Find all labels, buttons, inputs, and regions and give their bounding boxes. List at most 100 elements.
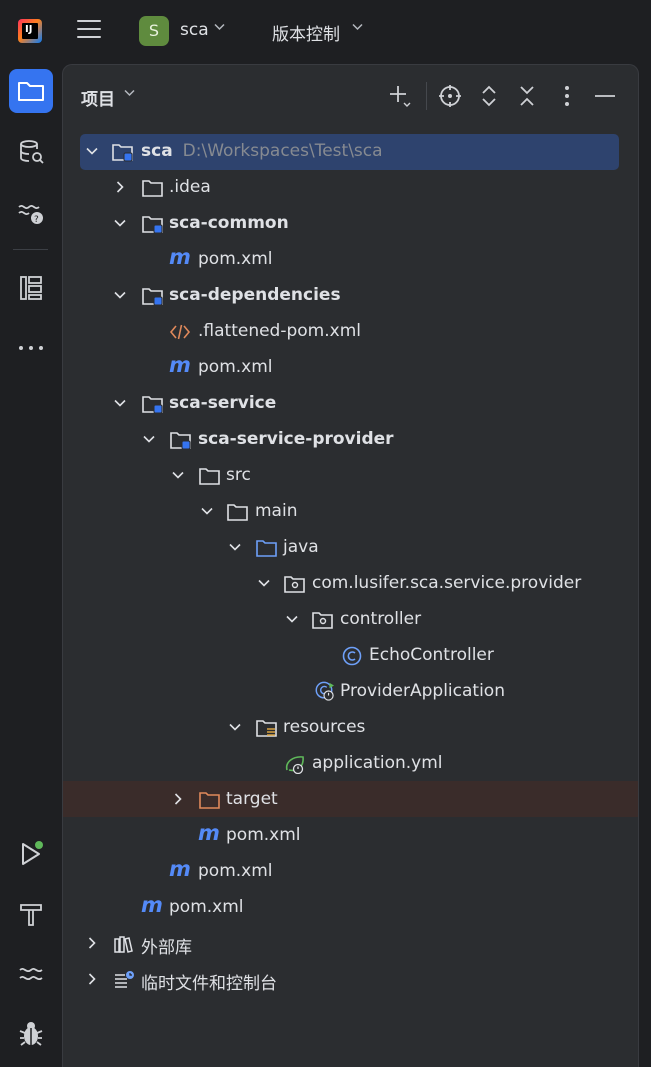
tree-row-pom[interactable]: m pom.xml — [63, 890, 638, 926]
tree-label: 外部库 — [141, 938, 192, 958]
chevron-down-icon[interactable] — [123, 86, 136, 103]
folder-icon — [199, 468, 220, 485]
project-avatar-badge[interactable]: S — [139, 16, 169, 46]
chevron-right-icon[interactable] — [113, 180, 127, 194]
chevron-down-icon[interactable] — [213, 20, 226, 37]
chevron-down-icon[interactable] — [113, 288, 127, 302]
tree-row-main[interactable]: main — [63, 494, 638, 530]
tree-label: main — [255, 501, 298, 521]
tree-label: .flattened-pom.xml — [198, 321, 361, 341]
chevron-down-icon[interactable] — [142, 432, 156, 446]
chevron-down-icon[interactable] — [85, 144, 99, 158]
new-file-plus-icon[interactable] — [385, 81, 415, 111]
tree-row-resources[interactable]: resources — [63, 710, 638, 746]
structure-icon[interactable] — [9, 266, 53, 310]
tree-label: sca-dependencies — [169, 285, 341, 305]
module-folder-icon — [112, 144, 133, 162]
tree-label: pom.xml — [198, 861, 273, 881]
tree-row-application-yml[interactable]: application.yml — [63, 746, 638, 782]
tree-label: pom.xml — [169, 897, 244, 917]
resources-folder-icon — [256, 720, 277, 737]
tree-label: application.yml — [312, 753, 443, 773]
run-icon[interactable] — [9, 832, 53, 876]
tree-label: sca-service-provider — [198, 429, 394, 449]
project-view-selector[interactable]: 项目 — [81, 85, 115, 110]
chevron-down-icon[interactable] — [351, 20, 364, 37]
chevron-down-icon[interactable] — [171, 468, 185, 482]
tree-row-sca-dependencies[interactable]: sca-dependencies — [63, 278, 638, 314]
package-folder-icon — [284, 576, 305, 593]
maven-pom-icon: m — [169, 353, 191, 377]
tree-row-target[interactable]: target — [63, 781, 638, 817]
scratches-icon — [115, 971, 134, 988]
tree-row-echo-controller[interactable]: EchoController — [63, 638, 638, 674]
tree-label: 临时文件和控制台 — [141, 974, 277, 994]
chevron-down-icon[interactable] — [257, 576, 271, 590]
debug-bug-icon[interactable] — [9, 1012, 53, 1056]
java-class-icon — [342, 646, 362, 666]
module-folder-icon — [142, 216, 163, 234]
xml-file-icon — [169, 324, 191, 340]
collapse-all-icon[interactable] — [512, 81, 542, 111]
title-bar: IJ S sca 版本控制 — [0, 0, 651, 62]
tree-row-root-module[interactable]: sca D:\Workspaces\Test\sca — [80, 134, 619, 170]
intellij-logo-icon[interactable]: IJ — [18, 19, 42, 43]
maven-pom-icon: m — [169, 245, 191, 269]
endpoints-help-icon[interactable]: ? — [9, 190, 53, 234]
tree-row-flattened-pom[interactable]: .flattened-pom.xml — [63, 314, 638, 350]
tree-label: sca-service — [169, 393, 277, 413]
tree-row-pom[interactable]: m pom.xml — [63, 350, 638, 386]
project-tool-window: 项目 sca D:\Workspaces\Test\sca .idea sca-c… — [62, 64, 639, 1067]
chevron-down-icon[interactable] — [200, 504, 214, 518]
chevron-down-icon[interactable] — [228, 540, 242, 554]
tree-row-provider-application[interactable]: ProviderApplication — [63, 674, 638, 710]
project-switcher[interactable]: sca — [180, 20, 209, 40]
options-kebab-icon[interactable] — [552, 81, 582, 111]
chevron-right-icon[interactable] — [85, 936, 99, 950]
chevron-down-icon[interactable] — [285, 612, 299, 626]
maven-pom-icon: m — [141, 893, 163, 917]
chevron-down-icon[interactable] — [228, 720, 242, 734]
module-folder-icon — [142, 396, 163, 414]
chevron-down-icon[interactable] — [113, 396, 127, 410]
tree-row-pom[interactable]: m pom.xml — [63, 854, 638, 890]
tree-row-scratches[interactable]: 临时文件和控制台 — [63, 962, 638, 998]
locate-file-crosshair-icon[interactable] — [435, 81, 465, 111]
build-hammer-icon[interactable] — [9, 892, 53, 936]
tree-label: pom.xml — [198, 249, 273, 269]
tree-row-java[interactable]: java — [63, 530, 638, 566]
tree-row-external-libraries[interactable]: 外部库 — [63, 926, 638, 962]
more-tools-icon[interactable] — [9, 326, 53, 370]
tree-row-sca-service[interactable]: sca-service — [63, 386, 638, 422]
tree-label: controller — [340, 609, 422, 629]
main-menu-hamburger-icon[interactable] — [77, 20, 101, 42]
tree-label: src — [226, 465, 251, 485]
vcs-menu[interactable]: 版本控制 — [272, 20, 340, 45]
tree-label: .idea — [169, 177, 211, 197]
tree-row-sca-service-provider[interactable]: sca-service-provider — [63, 422, 638, 458]
excluded-folder-icon — [199, 792, 220, 809]
spring-boot-class-icon — [315, 681, 334, 701]
source-root-folder-icon — [256, 540, 277, 557]
tree-row-controller[interactable]: controller — [63, 602, 638, 638]
tree-row-src[interactable]: src — [63, 458, 638, 494]
tree-row-pom[interactable]: m pom.xml — [63, 818, 638, 854]
module-folder-icon — [170, 432, 191, 450]
tree-label: java — [283, 537, 319, 557]
database-icon[interactable] — [9, 130, 53, 174]
services-icon[interactable] — [9, 952, 53, 996]
folder-icon — [142, 180, 163, 197]
tree-row-idea[interactable]: .idea — [63, 170, 638, 206]
tree-row-package[interactable]: com.lusifer.sca.service.provider — [63, 566, 638, 602]
hide-minimize-icon[interactable] — [590, 81, 620, 111]
project-tool-folder-icon[interactable] — [9, 69, 53, 113]
chevron-right-icon[interactable] — [85, 972, 99, 986]
maven-pom-icon: m — [198, 821, 220, 845]
tree-row-pom[interactable]: m pom.xml — [63, 242, 638, 278]
chevron-down-icon[interactable] — [113, 216, 127, 230]
expand-all-icon[interactable] — [474, 81, 504, 111]
tree-row-sca-common[interactable]: sca-common — [63, 206, 638, 242]
tree-label: resources — [283, 717, 366, 737]
chevron-right-icon[interactable] — [171, 792, 185, 806]
tree-label: ProviderApplication — [340, 681, 505, 701]
